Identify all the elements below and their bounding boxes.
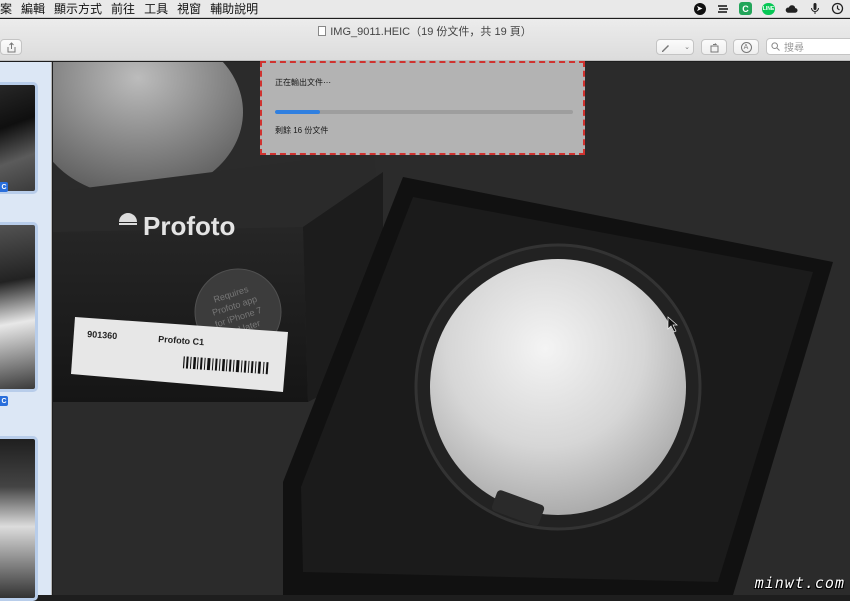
profoto-brand-text: Profoto bbox=[143, 211, 235, 241]
window-title: IMG_9011.HEIC（19 份文件，共 19 頁） bbox=[0, 23, 850, 39]
menu-go[interactable]: 前往 bbox=[111, 0, 144, 17]
export-remaining-text: 剩餘 16 份文件 bbox=[275, 125, 328, 136]
export-title: 正在輸出文件⋯ bbox=[275, 77, 331, 88]
heic-badge: C bbox=[0, 396, 8, 406]
export-progress-bar bbox=[275, 110, 573, 114]
document-icon bbox=[318, 26, 326, 36]
menu-window[interactable]: 視窗 bbox=[177, 0, 210, 17]
microphone-icon[interactable] bbox=[808, 2, 821, 15]
thumbnail-sidebar[interactable]: C C bbox=[0, 62, 52, 595]
search-icon bbox=[771, 42, 780, 51]
heic-badge: C bbox=[0, 182, 8, 192]
markup-circle-icon: A bbox=[741, 42, 752, 53]
search-placeholder: 搜尋 bbox=[784, 39, 804, 54]
page-thumbnail[interactable] bbox=[0, 436, 38, 601]
markup-toolbar-button[interactable]: A bbox=[733, 39, 759, 55]
menu-list: 案 編輯 顯示方式 前往 工具 視窗 輔助說明 bbox=[0, 0, 267, 17]
share-button[interactable] bbox=[0, 39, 22, 55]
c-app-icon[interactable]: C bbox=[739, 2, 752, 15]
share-icon bbox=[7, 42, 16, 53]
rotate-icon bbox=[709, 42, 720, 53]
markup-button[interactable]: ⌄ bbox=[656, 39, 694, 55]
chevron-down-icon: ⌄ bbox=[684, 43, 690, 51]
menu-edit[interactable]: 編輯 bbox=[21, 0, 54, 17]
pen-icon bbox=[660, 42, 671, 53]
menu-help[interactable]: 輔助說明 bbox=[210, 0, 267, 17]
location-arrow-icon[interactable]: ➤ bbox=[693, 2, 706, 15]
line-app-icon[interactable]: LINE bbox=[762, 2, 775, 15]
page-thumbnail[interactable] bbox=[0, 222, 38, 392]
search-input[interactable]: 搜尋 bbox=[766, 38, 850, 55]
stripes-icon[interactable] bbox=[716, 2, 729, 15]
export-progress-fill bbox=[275, 110, 320, 114]
time-machine-icon[interactable] bbox=[831, 2, 844, 15]
menu-bar: 案 編輯 顯示方式 前往 工具 視窗 輔助說明 ➤ C LINE bbox=[0, 0, 850, 18]
window-toolbar: IMG_9011.HEIC（19 份文件，共 19 頁） ⌄ A 搜尋 bbox=[0, 19, 850, 61]
cloud-icon[interactable] bbox=[785, 2, 798, 15]
rotate-button[interactable] bbox=[701, 39, 727, 55]
svg-text:901360: 901360 bbox=[87, 329, 118, 341]
site-watermark: minwt.com bbox=[755, 574, 845, 592]
menu-file[interactable]: 案 bbox=[0, 0, 21, 17]
menu-tools[interactable]: 工具 bbox=[144, 0, 177, 17]
status-menu-area: ➤ C LINE bbox=[693, 2, 850, 15]
menu-view[interactable]: 顯示方式 bbox=[54, 0, 111, 17]
c1-light-dome bbox=[430, 259, 686, 515]
page-thumbnail[interactable] bbox=[0, 82, 38, 194]
export-progress-sheet: 正在輸出文件⋯ 剩餘 16 份文件 bbox=[260, 61, 585, 155]
